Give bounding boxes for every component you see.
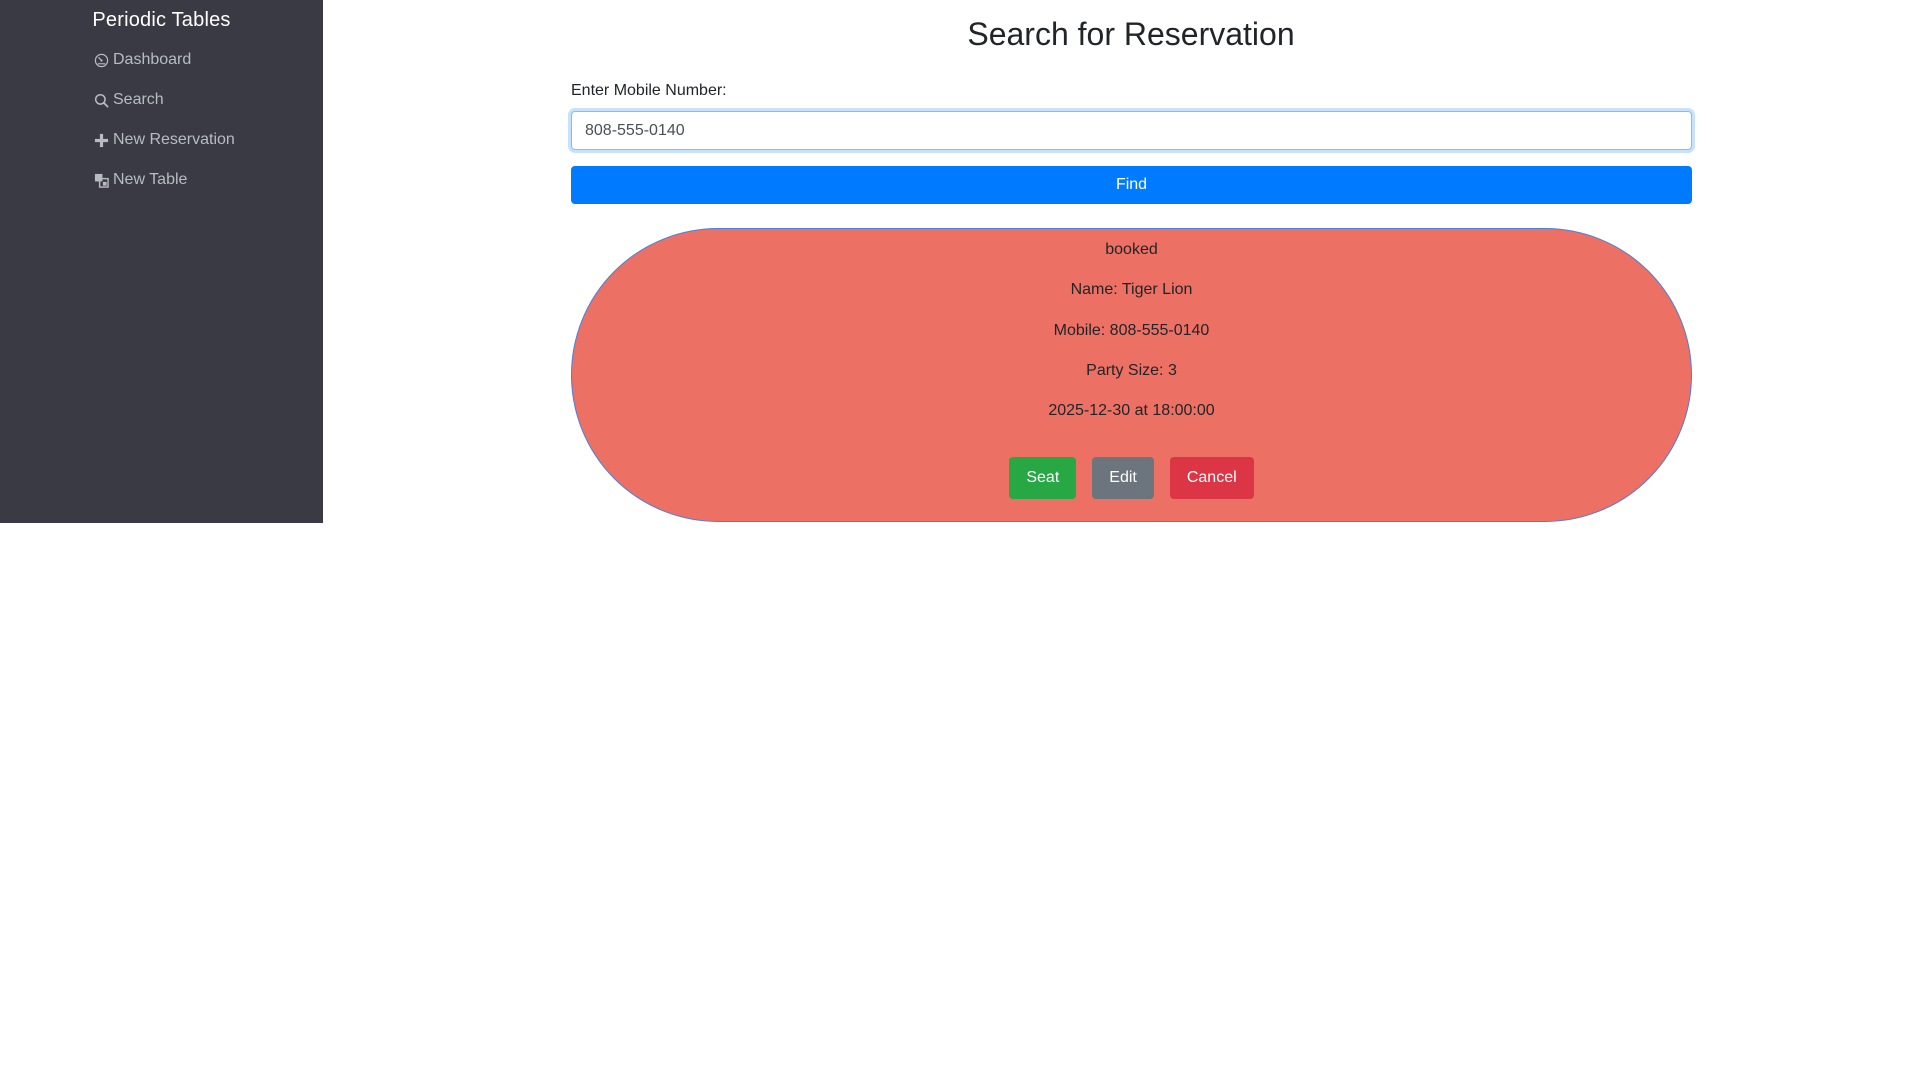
reservation-status: booked — [1105, 241, 1158, 258]
dashboard-icon — [92, 51, 110, 69]
edit-button[interactable]: Edit — [1092, 457, 1154, 499]
sidebar-item-new-reservation[interactable]: New Reservation — [92, 131, 235, 149]
main-content: Search for Reservation Enter Mobile Numb… — [323, 0, 1920, 1080]
mobile-number-input[interactable] — [571, 111, 1692, 150]
plus-icon — [92, 131, 110, 149]
cancel-button[interactable]: Cancel — [1169, 457, 1254, 499]
sidebar-item-label: New Table — [113, 171, 188, 188]
sidebar-item-label: Search — [113, 91, 164, 108]
seat-button[interactable]: Seat — [1009, 457, 1077, 499]
sidebar: Periodic Tables Dashboard Search New Res… — [0, 0, 323, 523]
layers-icon — [92, 171, 110, 189]
brand-title[interactable]: Periodic Tables — [0, 9, 323, 32]
reservation-actions: Seat Edit Cancel — [572, 457, 1691, 499]
sidebar-item-dashboard[interactable]: Dashboard — [92, 51, 191, 69]
sidebar-item-search[interactable]: Search — [92, 91, 164, 109]
mobile-number-label: Enter Mobile Number: — [571, 82, 727, 99]
reservation-mobile: Mobile: 808-555-0140 — [1053, 322, 1210, 339]
reservation-card: booked Name: Tiger Lion Mobile: 808-555-… — [571, 228, 1692, 522]
page-title: Search for Reservation — [967, 16, 1295, 52]
reservation-datetime: 2025-12-30 at 18:00:00 — [1048, 402, 1215, 419]
find-button[interactable]: Find — [571, 166, 1692, 204]
reservation-party-size: Party Size: 3 — [1086, 362, 1177, 379]
reservation-name: Name: Tiger Lion — [1070, 281, 1193, 298]
sidebar-item-label: Dashboard — [113, 51, 192, 68]
sidebar-item-new-table[interactable]: New Table — [92, 171, 187, 189]
sidebar-item-label: New Reservation — [113, 131, 235, 148]
search-icon — [92, 91, 110, 109]
